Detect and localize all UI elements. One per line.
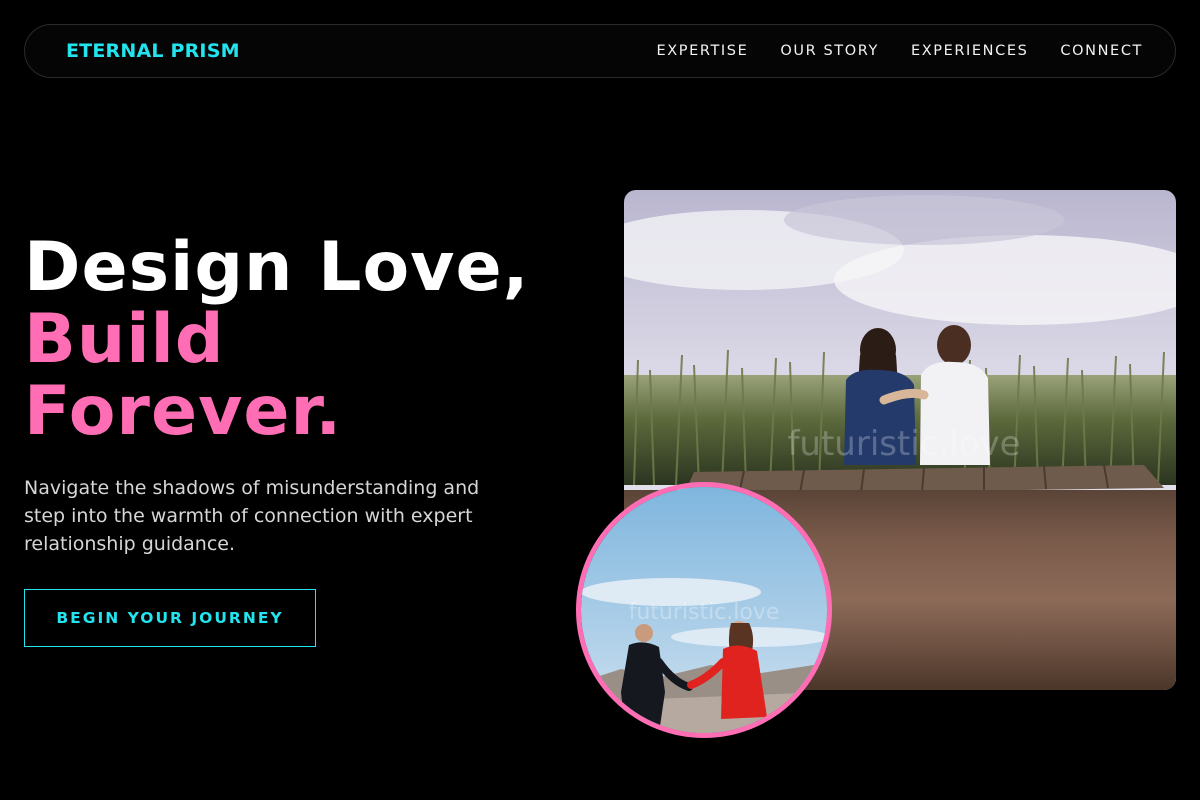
nav-links: EXPERTISE OUR STORY EXPERIENCES CONNECT <box>656 43 1143 59</box>
nav-link-connect[interactable]: CONNECT <box>1060 43 1143 59</box>
circle-photo-watermark: futuristic.love <box>629 600 780 625</box>
nav-link-experiences[interactable]: EXPERIENCES <box>911 43 1028 59</box>
main-photo-watermark: futuristic.love <box>787 424 1020 464</box>
couple-hands-photo: futuristic.love <box>576 482 832 738</box>
begin-journey-button[interactable]: BEGIN YOUR JOURNEY <box>24 589 316 647</box>
brand-logo[interactable]: ETERNAL PRISM <box>66 40 240 62</box>
nav-link-expertise[interactable]: EXPERTISE <box>656 43 748 59</box>
hero-title-line-3: Forever. <box>24 372 343 451</box>
hero-title: Design Love, Build Forever. <box>24 232 529 448</box>
nav-link-our-story[interactable]: OUR STORY <box>780 43 879 59</box>
top-navbar: ETERNAL PRISM EXPERTISE OUR STORY EXPERI… <box>24 24 1176 78</box>
hero-title-line-1: Design Love, <box>24 228 530 307</box>
hero-title-line-2: Build <box>24 300 225 379</box>
hero-subtitle: Navigate the shadows of misunderstanding… <box>24 477 480 555</box>
